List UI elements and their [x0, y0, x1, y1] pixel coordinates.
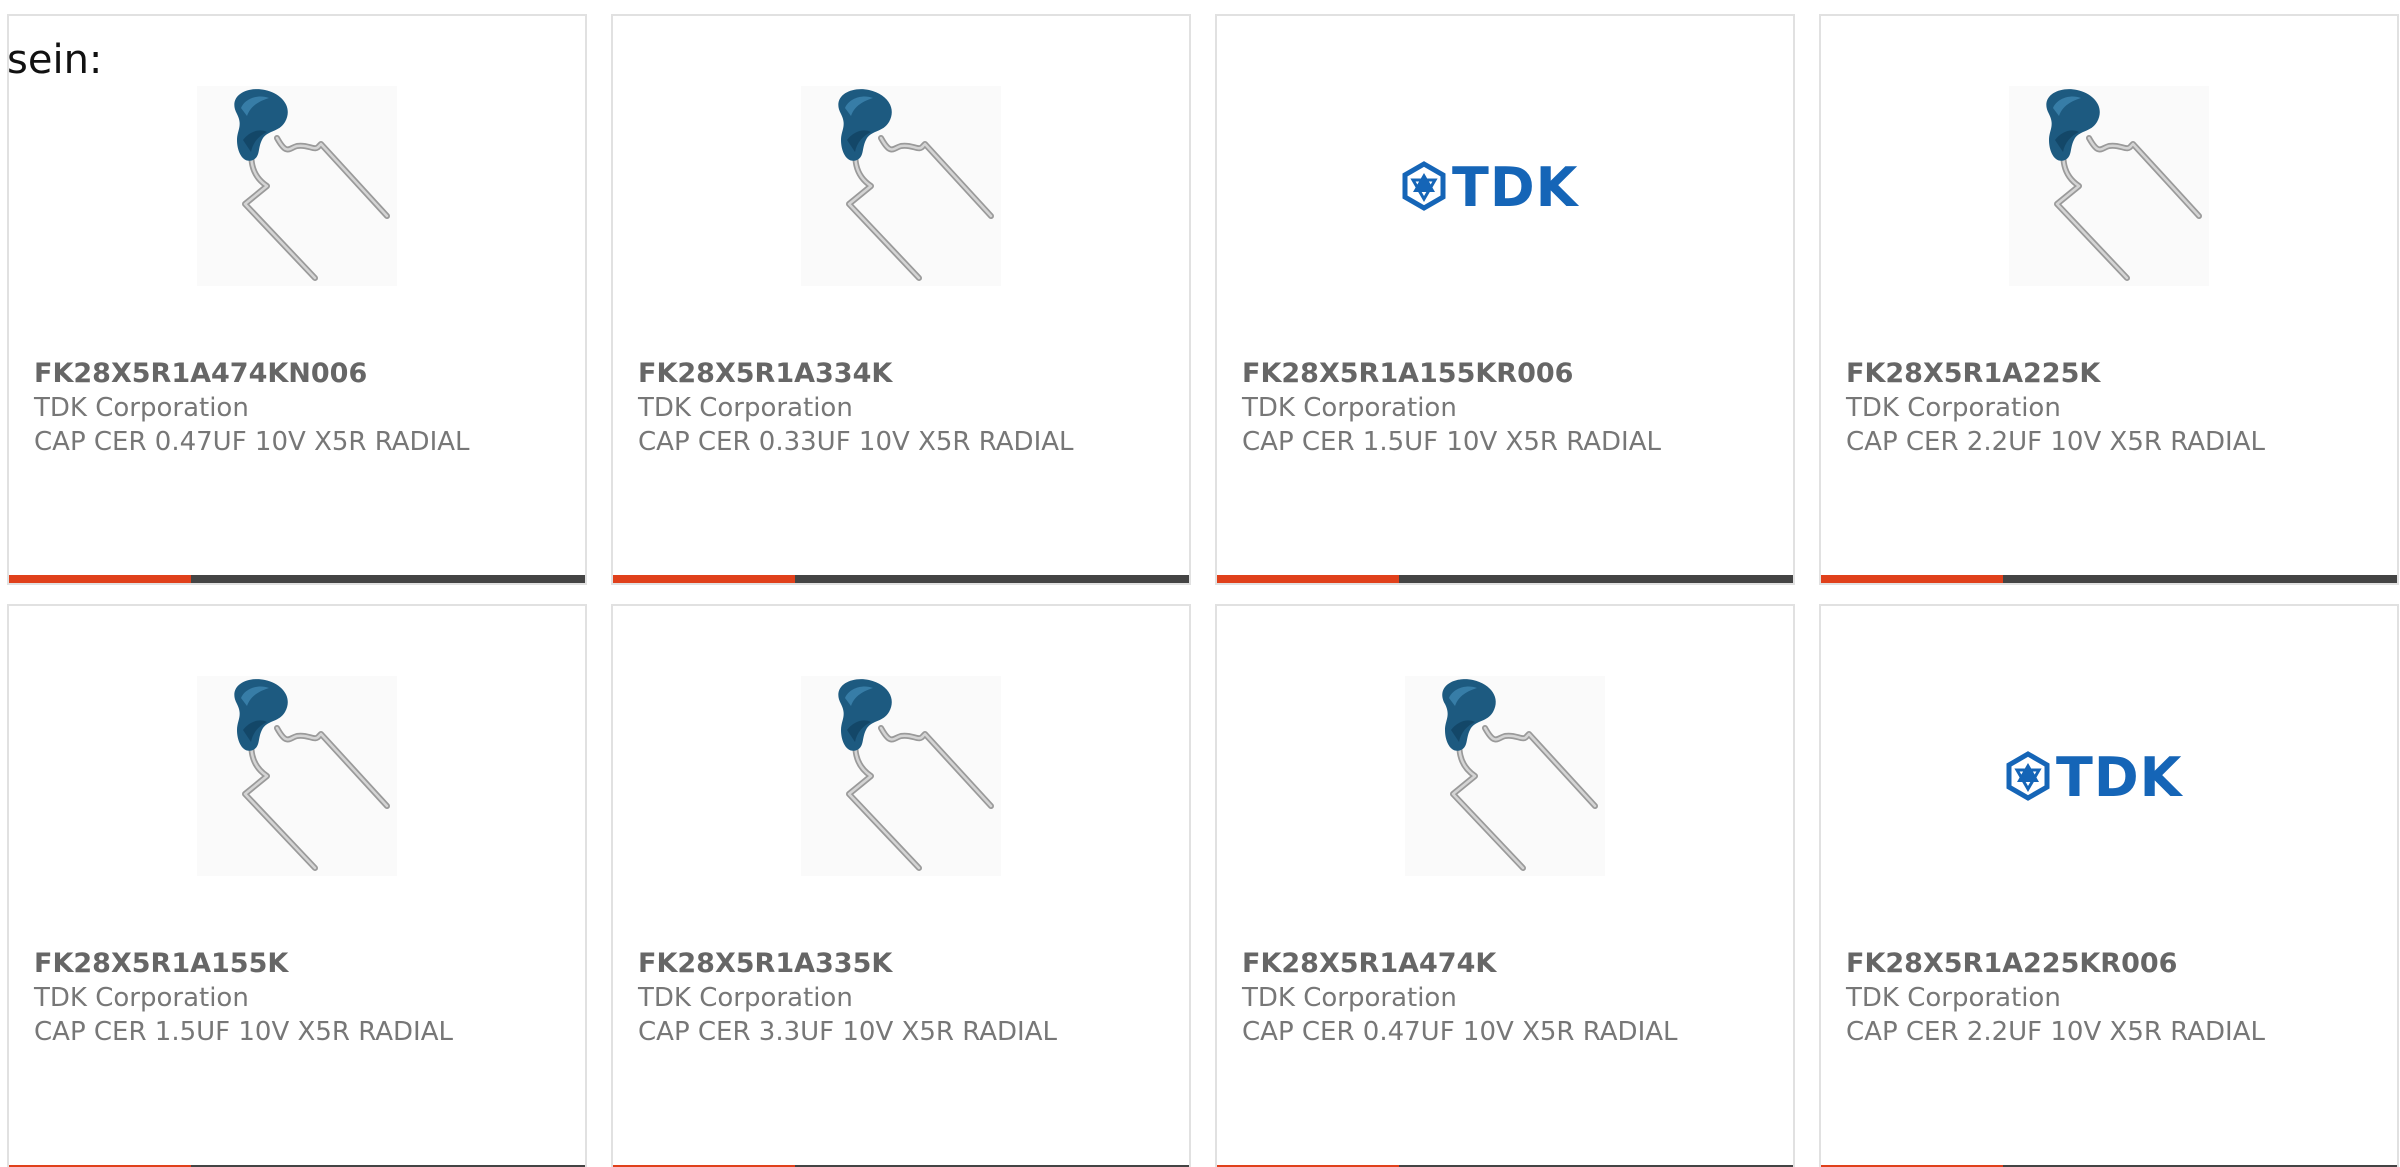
product-info: FK28X5R1A474K TDK Corporation CAP CER 0.…: [1242, 947, 1783, 1049]
part-number-link[interactable]: FK28X5R1A155KR006: [1242, 357, 1783, 391]
capacitor-icon: [801, 676, 1001, 876]
manufacturer-label: TDK Corporation: [1846, 393, 2061, 423]
part-number-link[interactable]: FK28X5R1A474KN006: [34, 357, 575, 391]
card-accent-bar: [613, 575, 795, 583]
manufacturer-label: TDK Corporation: [34, 983, 249, 1013]
manufacturer-label: TDK Corporation: [1242, 983, 1457, 1013]
product-image[interactable]: [9, 76, 585, 296]
capacitor-icon: [1405, 676, 1605, 876]
description-label: CAP CER 3.3UF 10V X5R RADIAL: [638, 1017, 1057, 1047]
product-info: FK28X5R1A155KR006 TDK Corporation CAP CE…: [1242, 357, 1783, 459]
intro-text: sein:: [7, 37, 103, 83]
part-number-link[interactable]: FK28X5R1A334K: [638, 357, 1179, 391]
card-bottom-bar: [1821, 575, 2397, 583]
product-card[interactable]: TDK FK28X5R1A225KR006 TDK Corporation CA…: [1819, 604, 2399, 1167]
card-accent-bar: [9, 575, 191, 583]
product-card[interactable]: FK28X5R1A334K TDK Corporation CAP CER 0.…: [611, 14, 1191, 585]
product-image[interactable]: [9, 666, 585, 886]
product-card[interactable]: FK28X5R1A474K TDK Corporation CAP CER 0.…: [1215, 604, 1795, 1167]
product-info: FK28X5R1A335K TDK Corporation CAP CER 3.…: [638, 947, 1179, 1049]
part-number-link[interactable]: FK28X5R1A225K: [1846, 357, 2387, 391]
description-label: CAP CER 1.5UF 10V X5R RADIAL: [1242, 427, 1661, 457]
product-card[interactable]: TDK FK28X5R1A155KR006 TDK Corporation CA…: [1215, 14, 1795, 585]
manufacturer-label: TDK Corporation: [638, 393, 853, 423]
product-info: FK28X5R1A474KN006 TDK Corporation CAP CE…: [34, 357, 575, 459]
part-number-link[interactable]: FK28X5R1A474K: [1242, 947, 1783, 981]
product-image[interactable]: [613, 666, 1189, 886]
card-accent-bar: [1821, 575, 2003, 583]
product-card[interactable]: FK28X5R1A474KN006 TDK Corporation CAP CE…: [7, 14, 587, 585]
product-grid: FK28X5R1A474KN006 TDK Corporation CAP CE…: [7, 14, 2399, 1167]
product-card[interactable]: FK28X5R1A225K TDK Corporation CAP CER 2.…: [1819, 14, 2399, 585]
manufacturer-label: TDK Corporation: [34, 393, 249, 423]
product-image[interactable]: TDK: [1821, 666, 2397, 886]
product-info: FK28X5R1A155K TDK Corporation CAP CER 1.…: [34, 947, 575, 1049]
description-label: CAP CER 2.2UF 10V X5R RADIAL: [1846, 1017, 2265, 1047]
part-number-link[interactable]: FK28X5R1A225KR006: [1846, 947, 2387, 981]
manufacturer-label: TDK Corporation: [1242, 393, 1457, 423]
product-image[interactable]: [1821, 76, 2397, 296]
product-card[interactable]: FK28X5R1A155K TDK Corporation CAP CER 1.…: [7, 604, 587, 1167]
manufacturer-label: TDK Corporation: [638, 983, 853, 1013]
part-number-link[interactable]: FK28X5R1A155K: [34, 947, 575, 981]
product-info: FK28X5R1A334K TDK Corporation CAP CER 0.…: [638, 357, 1179, 459]
tdk-logo-icon: TDK: [2006, 746, 2184, 806]
card-bottom-bar: [1217, 575, 1793, 583]
description-label: CAP CER 2.2UF 10V X5R RADIAL: [1846, 427, 2265, 457]
product-image[interactable]: TDK: [1217, 76, 1793, 296]
part-number-link[interactable]: FK28X5R1A335K: [638, 947, 1179, 981]
capacitor-icon: [197, 86, 397, 286]
card-bottom-bar: [613, 575, 1189, 583]
product-card[interactable]: FK28X5R1A335K TDK Corporation CAP CER 3.…: [611, 604, 1191, 1167]
description-label: CAP CER 0.47UF 10V X5R RADIAL: [34, 427, 470, 457]
card-accent-bar: [1217, 575, 1399, 583]
product-image[interactable]: [613, 76, 1189, 296]
description-label: CAP CER 0.47UF 10V X5R RADIAL: [1242, 1017, 1678, 1047]
description-label: CAP CER 1.5UF 10V X5R RADIAL: [34, 1017, 453, 1047]
product-info: FK28X5R1A225KR006 TDK Corporation CAP CE…: [1846, 947, 2387, 1049]
product-image[interactable]: [1217, 666, 1793, 886]
svg-text:TDK: TDK: [1452, 156, 1580, 216]
description-label: CAP CER 0.33UF 10V X5R RADIAL: [638, 427, 1074, 457]
tdk-logo-icon: TDK: [1402, 156, 1580, 216]
manufacturer-label: TDK Corporation: [1846, 983, 2061, 1013]
capacitor-icon: [197, 676, 397, 876]
capacitor-icon: [801, 86, 1001, 286]
svg-text:TDK: TDK: [2056, 746, 2184, 806]
product-info: FK28X5R1A225K TDK Corporation CAP CER 2.…: [1846, 357, 2387, 459]
product-grid-page: FK28X5R1A474KN006 TDK Corporation CAP CE…: [0, 0, 2400, 1167]
card-bottom-bar: [9, 575, 585, 583]
capacitor-icon: [2009, 86, 2209, 286]
